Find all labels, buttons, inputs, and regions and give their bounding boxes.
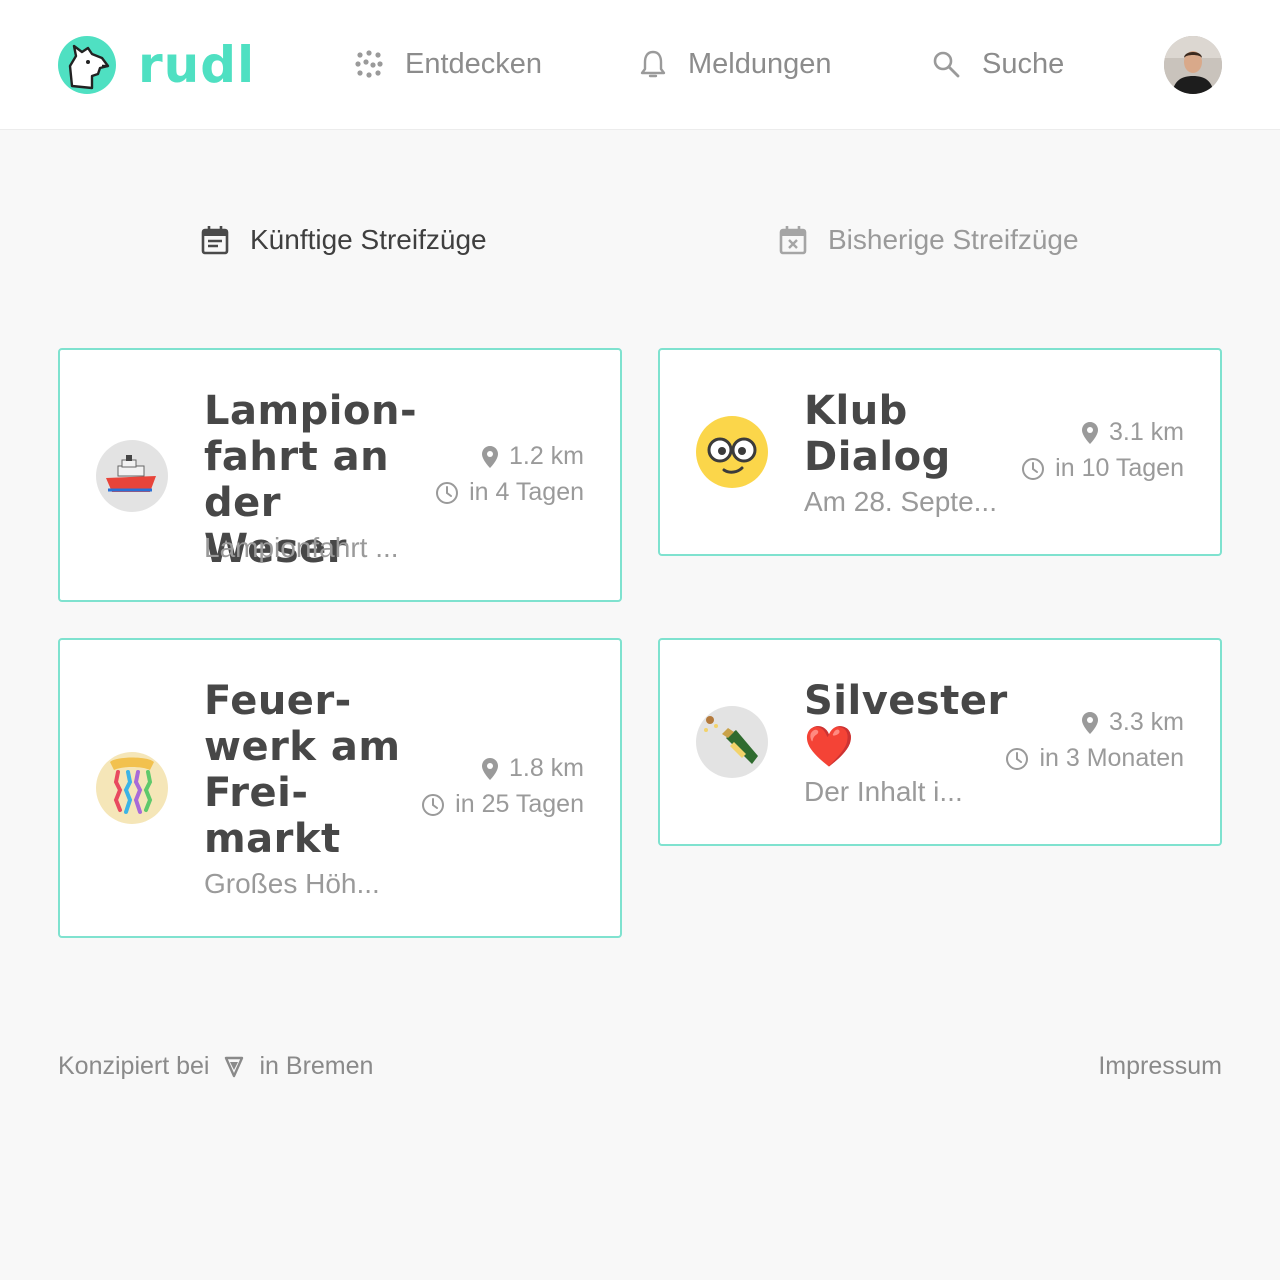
location-pin-icon xyxy=(481,445,498,468)
event-distance-value: 1.2 km xyxy=(508,442,584,470)
location-pin-icon xyxy=(1081,711,1098,734)
location-pin-icon xyxy=(481,757,498,780)
impressum-link[interactable]: Impressum xyxy=(1098,1052,1222,1081)
nav-suche[interactable]: Suche xyxy=(932,44,1064,84)
event-time-value: in 10 Tagen xyxy=(1055,454,1184,482)
event-time: in 3 Monaten xyxy=(1005,744,1184,773)
rudl-logo[interactable]: rudl xyxy=(58,36,255,94)
event-title: Klub Dialog xyxy=(804,388,951,480)
diamond-pin-icon xyxy=(225,1056,244,1077)
nav-meldungen-label: Meldungen xyxy=(688,47,832,80)
event-time: in 10 Tagen xyxy=(1021,454,1184,483)
dots-grid-icon xyxy=(355,50,383,78)
event-card-lampionfahrt[interactable]: Lampion-fahrt an der Weser Lampionfahrt … xyxy=(58,348,622,602)
event-distance: 3.3 km xyxy=(1081,708,1184,737)
logo-wordmark: rudl xyxy=(138,36,256,94)
event-distance: 1.2 km xyxy=(481,442,584,471)
clock-icon xyxy=(1006,747,1029,770)
location-pin-icon xyxy=(1081,421,1098,444)
clock-icon xyxy=(436,481,459,504)
event-description: Großes Höh... xyxy=(204,868,380,899)
event-description: Lampionfahrt ... xyxy=(204,532,399,563)
tab-kuenftige-label: Künftige Streifzüge xyxy=(250,224,487,255)
nav-suche-label: Suche xyxy=(982,47,1065,80)
event-time-value: in 25 Tagen xyxy=(455,790,584,818)
footer-prefix: Konzipiert bei xyxy=(58,1052,210,1080)
tab-kuenftige-streifzuege[interactable]: Künftige Streifzüge xyxy=(200,220,487,260)
nav-entdecken[interactable]: Entdecken xyxy=(355,44,542,84)
calendar-icon xyxy=(201,226,229,255)
champagne-icon xyxy=(696,706,768,778)
event-card-feuerwerk[interactable]: Feuer-werk am Frei-markt Großes Höh... 1… xyxy=(58,638,622,938)
wolf-logo-icon xyxy=(58,36,116,94)
event-time: in 4 Tagen xyxy=(435,478,584,507)
event-distance-value: 1.8 km xyxy=(508,754,584,782)
footer-suffix: in Bremen xyxy=(259,1052,374,1080)
top-navigation-bar: rudl Entdecken Meldungen Suche xyxy=(0,0,1280,130)
event-card-klub-dialog[interactable]: Klub Dialog Am 28. Septe... 3.1 km in 10… xyxy=(658,348,1222,556)
clock-icon xyxy=(422,793,445,816)
event-distance-value: 3.3 km xyxy=(1108,708,1184,736)
event-time: in 25 Tagen xyxy=(421,790,584,819)
event-card-silvester[interactable]: Silvester ❤️ Der Inhalt i... 3.3 km in 3… xyxy=(658,638,1222,846)
nav-meldungen[interactable]: Meldungen xyxy=(640,44,832,84)
event-distance: 1.8 km xyxy=(481,754,584,783)
tab-bisherige-streifzuege[interactable]: Bisherige Streifzüge xyxy=(778,220,1079,260)
bell-icon xyxy=(640,50,666,78)
tab-bisherige-label: Bisherige Streifzüge xyxy=(828,224,1079,255)
search-icon xyxy=(933,51,960,78)
event-distance: 3.1 km xyxy=(1081,418,1184,447)
event-title: Silvester ❤️ xyxy=(804,678,1008,770)
event-title: Feuer-werk am Frei-markt xyxy=(204,678,401,862)
ship-icon xyxy=(96,440,168,512)
event-description: Der Inhalt i... xyxy=(804,776,963,807)
clock-icon xyxy=(1022,457,1045,480)
nerd-face-icon xyxy=(696,416,768,488)
event-time-value: in 3 Monaten xyxy=(1039,744,1184,772)
confetti-icon xyxy=(96,752,168,824)
footer-credits: Konzipiert bei in Bremen xyxy=(58,1052,373,1081)
user-avatar[interactable] xyxy=(1164,36,1222,94)
nav-entdecken-label: Entdecken xyxy=(405,47,543,80)
event-distance-value: 3.1 km xyxy=(1108,418,1184,446)
event-time-value: in 4 Tagen xyxy=(469,478,584,506)
calendar-x-icon xyxy=(779,226,807,255)
event-description: Am 28. Septe... xyxy=(804,486,997,517)
